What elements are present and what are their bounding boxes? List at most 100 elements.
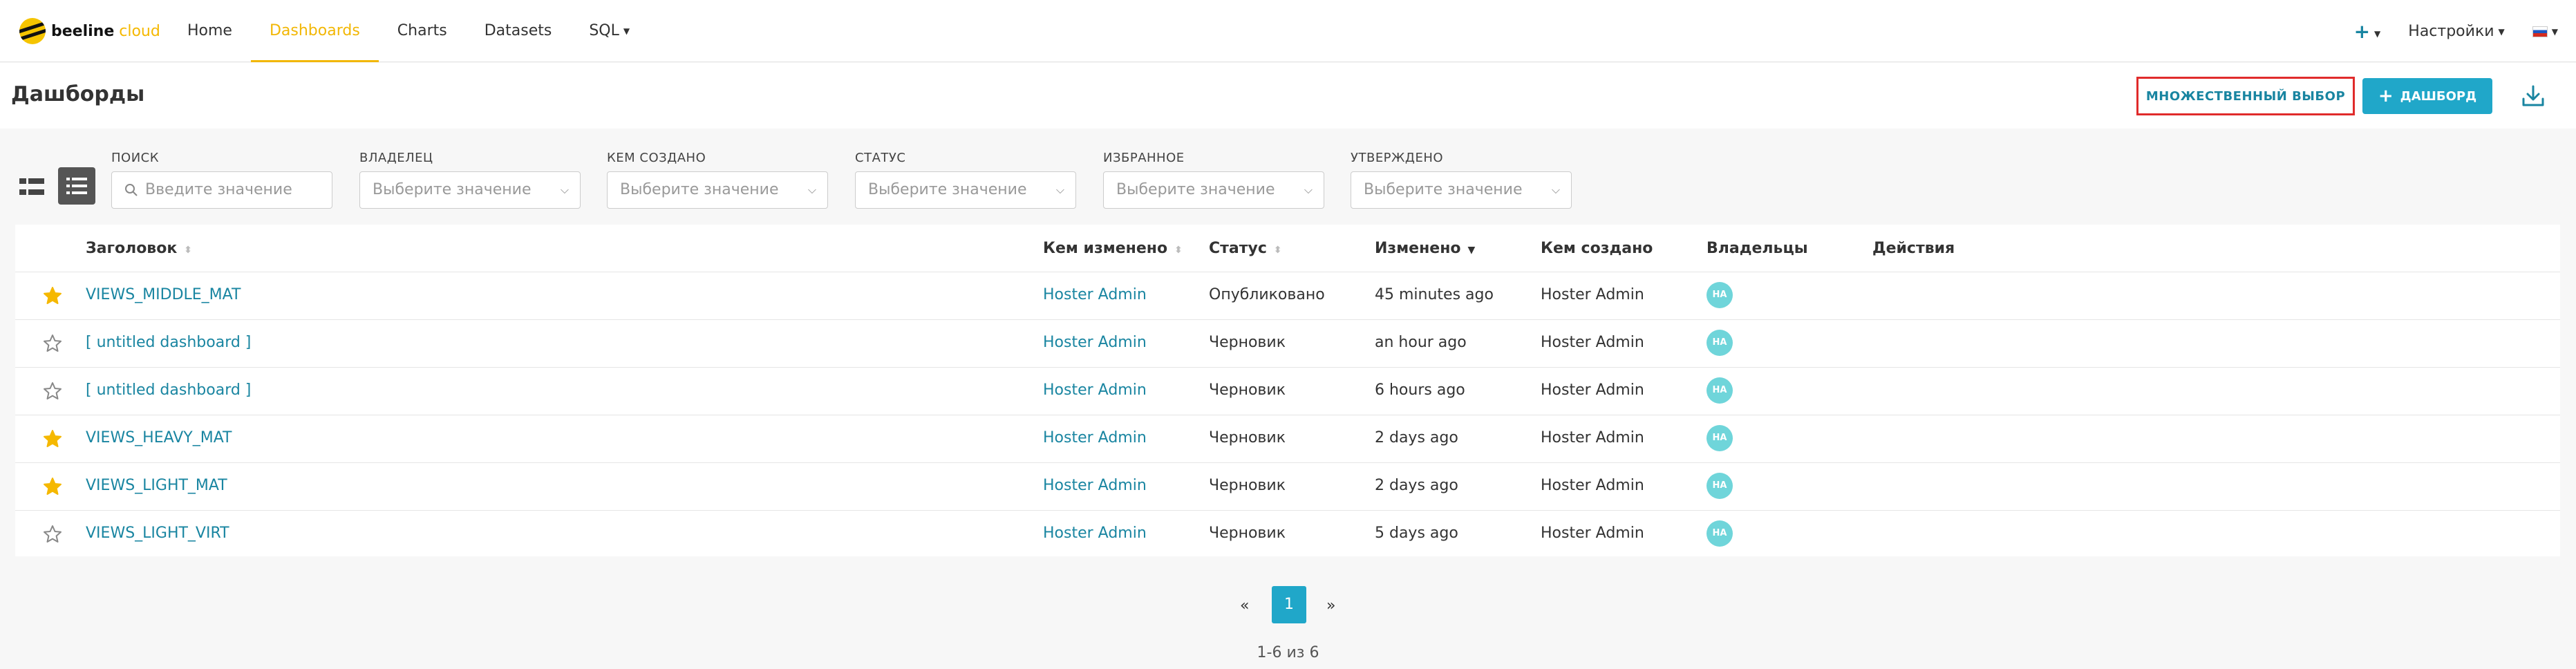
dashboard-title-link[interactable]: VIEWS_HEAVY_MAT bbox=[86, 429, 232, 446]
filter-certified-label: УТВЕРЖДЕНО bbox=[1351, 151, 1444, 165]
owner-avatar[interactable]: HA bbox=[1707, 425, 1733, 451]
table-row: VIEWS_MIDDLE_MAT Hoster Admin Опубликовано… bbox=[15, 272, 2560, 319]
dashboard-title-link[interactable]: [ untitled dashboard ] bbox=[86, 381, 251, 399]
chevron-down-icon: ⌵ bbox=[560, 183, 569, 196]
filter-created-by-label: КЕМ СОЗДАНО bbox=[607, 151, 706, 165]
filter-status-label: СТАТУС bbox=[855, 151, 906, 165]
favorite-select[interactable]: Выберите значение ⌵ bbox=[1103, 171, 1324, 209]
pagination-prev[interactable]: « bbox=[1240, 597, 1249, 614]
modified-cell: 6 hours ago bbox=[1375, 381, 1465, 399]
column-title-label: Заголовок bbox=[86, 240, 178, 257]
top-right-menu: + ▼ Настройки ▼ ▼ bbox=[2354, 0, 2558, 62]
nav-dashboards[interactable]: Dashboards bbox=[250, 0, 379, 62]
table-row: VIEWS_LIGHT_VIRT Hoster Admin Черновик 5 da… bbox=[15, 510, 2560, 558]
dashboard-title-link[interactable]: VIEWS_LIGHT_VIRT bbox=[86, 525, 229, 542]
star-filled-icon[interactable] bbox=[43, 429, 62, 449]
column-header-modified[interactable]: Изменено ▼ bbox=[1375, 240, 1475, 257]
modified-by-link[interactable]: Hoster Admin bbox=[1043, 525, 1147, 542]
modified-cell: 2 days ago bbox=[1375, 429, 1458, 446]
download-icon[interactable] bbox=[2521, 84, 2546, 109]
main-nav: Home Dashboards Charts Datasets SQL ▼ bbox=[169, 0, 648, 62]
russian-flag-icon bbox=[2532, 26, 2548, 37]
owner-avatar[interactable]: HA bbox=[1707, 377, 1733, 404]
modified-cell: 45 minutes ago bbox=[1375, 286, 1494, 303]
star-filled-icon[interactable] bbox=[43, 286, 62, 305]
owner-avatar[interactable]: HA bbox=[1707, 473, 1733, 499]
new-dashboard-button[interactable]: + ДАШБОРД bbox=[2362, 78, 2492, 114]
star-filled-icon[interactable] bbox=[43, 477, 62, 496]
pagination-page-current[interactable]: 1 bbox=[1272, 586, 1306, 623]
sort-icon: ⬍ bbox=[1174, 245, 1183, 256]
column-header-actions: Действия bbox=[1872, 240, 1955, 257]
owner-avatar[interactable]: HA bbox=[1707, 520, 1733, 547]
status-cell: Черновик bbox=[1209, 477, 1286, 494]
filter-favorite: ИЗБРАННОЕ Выберите значение ⌵ bbox=[1103, 151, 1324, 209]
owner-avatar[interactable]: HA bbox=[1707, 330, 1733, 356]
sort-desc-icon: ▼ bbox=[1467, 245, 1476, 256]
caret-down-icon: ▼ bbox=[623, 26, 630, 36]
column-status-label: Статус bbox=[1209, 240, 1267, 257]
created-by-cell: Hoster Admin bbox=[1541, 429, 1644, 446]
filter-created-by: КЕМ СОЗДАНО Выберите значение ⌵ bbox=[607, 151, 828, 209]
list-view-toggle[interactable] bbox=[58, 167, 95, 205]
chevron-down-icon: ⌵ bbox=[807, 183, 816, 196]
nav-charts[interactable]: Charts bbox=[379, 0, 466, 62]
dashboard-title-link[interactable]: [ untitled dashboard ] bbox=[86, 334, 251, 351]
pagination-next[interactable]: » bbox=[1326, 597, 1335, 614]
nav-sql-label: SQL bbox=[589, 22, 619, 39]
filter-status: СТАТУС Выберите значение ⌵ bbox=[855, 151, 1076, 209]
sort-icon: ⬍ bbox=[184, 245, 193, 256]
chevron-down-icon: ⌵ bbox=[1551, 183, 1560, 196]
created-by-cell: Hoster Admin bbox=[1541, 381, 1644, 399]
filter-search: ПОИСК Введите значение bbox=[111, 151, 332, 209]
column-header-title[interactable]: Заголовок ⬍ bbox=[86, 240, 192, 257]
status-placeholder: Выберите значение bbox=[868, 181, 1027, 198]
plus-icon: + bbox=[2353, 19, 2371, 43]
pagination: « 1 » bbox=[0, 586, 2576, 625]
star-outline-icon[interactable] bbox=[43, 334, 62, 353]
top-navbar: beeline cloud Home Dashboards Charts Dat… bbox=[0, 0, 2576, 62]
bulk-select-button[interactable]: МНОЖЕСТВЕННЫЙ ВЫБОР bbox=[2136, 77, 2355, 115]
nav-home[interactable]: Home bbox=[169, 0, 251, 62]
dashboard-title-link[interactable]: VIEWS_MIDDLE_MAT bbox=[86, 286, 241, 303]
nav-datasets[interactable]: Datasets bbox=[466, 0, 571, 62]
card-view-icon[interactable] bbox=[18, 173, 46, 200]
dashboards-table: Заголовок ⬍ Кем изменено ⬍ Статус ⬍ Изменен… bbox=[15, 225, 2560, 556]
status-select[interactable]: Выберите значение ⌵ bbox=[855, 171, 1076, 209]
dashboard-title-link[interactable]: VIEWS_LIGHT_MAT bbox=[86, 477, 227, 494]
created-by-placeholder: Выберите значение bbox=[620, 181, 779, 198]
language-menu[interactable]: ▼ bbox=[2532, 23, 2558, 40]
column-header-created-by: Кем создано bbox=[1541, 240, 1653, 257]
new-menu[interactable]: + ▼ bbox=[2354, 20, 2381, 43]
owner-select[interactable]: Выберите значение ⌵ bbox=[359, 171, 581, 209]
search-input[interactable]: Введите значение bbox=[111, 171, 332, 209]
brand-name-suffix: cloud bbox=[114, 22, 160, 40]
nav-sql[interactable]: SQL ▼ bbox=[570, 0, 648, 62]
modified-by-link[interactable]: Hoster Admin bbox=[1043, 286, 1147, 303]
brand-name-main: beeline bbox=[51, 22, 115, 40]
search-placeholder: Введите значение bbox=[145, 181, 292, 198]
brand-logo[interactable]: beeline cloud bbox=[19, 18, 160, 44]
column-header-status[interactable]: Статус ⬍ bbox=[1209, 240, 1282, 257]
table-row: [ untitled dashboard ] Hoster Admin Чернов… bbox=[15, 319, 2560, 367]
filter-owner: ВЛАДЕЛЕЦ Выберите значение ⌵ bbox=[359, 151, 581, 209]
column-modified-label: Изменено bbox=[1375, 240, 1461, 257]
certified-select[interactable]: Выберите значение ⌵ bbox=[1351, 171, 1572, 209]
modified-by-link[interactable]: Hoster Admin bbox=[1043, 477, 1147, 494]
chevron-down-icon: ⌵ bbox=[1055, 183, 1064, 196]
caret-down-icon: ▼ bbox=[2374, 28, 2381, 39]
page-title: Дашборды bbox=[11, 82, 145, 106]
modified-cell: an hour ago bbox=[1375, 334, 1467, 351]
settings-menu[interactable]: Настройки ▼ bbox=[2408, 23, 2504, 40]
created-by-cell: Hoster Admin bbox=[1541, 334, 1644, 351]
modified-by-link[interactable]: Hoster Admin bbox=[1043, 334, 1147, 351]
filter-favorite-label: ИЗБРАННОЕ bbox=[1103, 151, 1185, 165]
star-outline-icon[interactable] bbox=[43, 381, 62, 401]
modified-by-link[interactable]: Hoster Admin bbox=[1043, 429, 1147, 446]
star-outline-icon[interactable] bbox=[43, 525, 62, 544]
status-cell: Черновик bbox=[1209, 429, 1286, 446]
column-header-modified-by[interactable]: Кем изменено ⬍ bbox=[1043, 240, 1183, 257]
created-by-select[interactable]: Выберите значение ⌵ bbox=[607, 171, 828, 209]
owner-avatar[interactable]: HA bbox=[1707, 282, 1733, 308]
modified-by-link[interactable]: Hoster Admin bbox=[1043, 381, 1147, 399]
